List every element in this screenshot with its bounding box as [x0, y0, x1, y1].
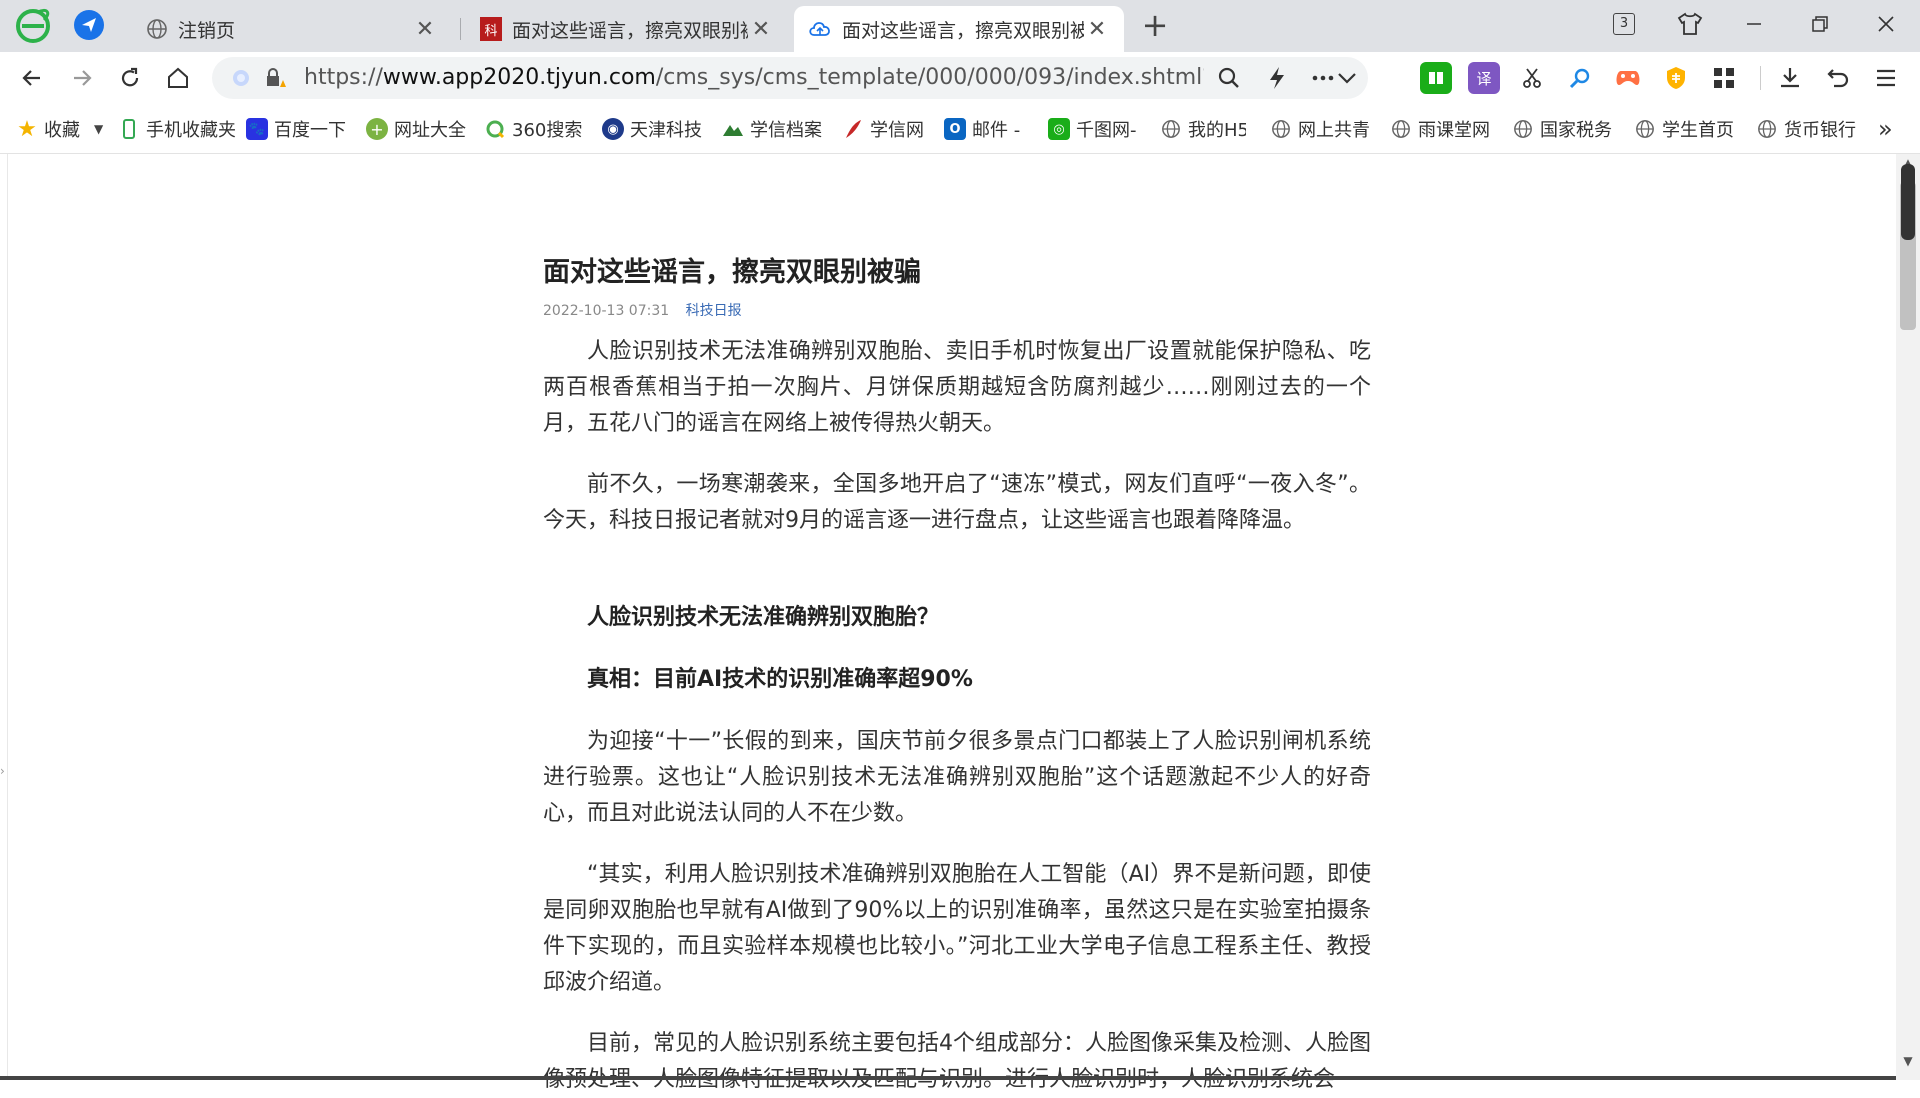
bookmark-youth-league[interactable]: 网上共青 — [1270, 114, 1372, 144]
scrollbar-grip[interactable] — [1901, 164, 1915, 240]
article-date: 2022-10-13 07:31 — [543, 303, 670, 319]
article-subheading: 人脸识别技术无法准确辨别双胞胎？ — [587, 605, 940, 630]
article-source-link[interactable]: 科技日报 — [686, 303, 742, 319]
tab-strip: 注销页 ✕ 科 面对这些谣言，擦亮双眼别被骗 ✕ 面对这些谣言，擦亮双眼别被骗 … — [0, 0, 1920, 52]
chevron-down-icon[interactable] — [1330, 61, 1364, 95]
browser-logo-icon[interactable] — [14, 6, 52, 44]
reading-extension-icon[interactable] — [1420, 62, 1452, 94]
lock-warning-icon[interactable] — [258, 61, 292, 95]
article-paragraph: 目前，常见的人脸识别系统主要包括4个组成部分：人脸图像采集及检测、人脸图像预处理… — [543, 1031, 1371, 1092]
site-favicon-icon: 科 — [480, 17, 502, 41]
bookmark-360-search[interactable]: 360搜索 — [484, 114, 582, 144]
baidu-paw-icon: 🐾 — [246, 118, 268, 140]
gamepad-icon[interactable] — [1612, 62, 1644, 94]
navigation-bar: https://www.app2020.tjyun.com/cms_sys/cm… — [0, 52, 1920, 104]
bookmark-xuexin[interactable]: 学信网 — [842, 114, 924, 144]
article-paragraph: 为迎接“十一”长假的到来，国庆节前夕很多景点门口都装上了人脸识别闸机系统进行验票… — [543, 729, 1371, 826]
star-icon: ★ — [17, 116, 37, 142]
article-meta: 2022-10-13 07:31 科技日报 — [543, 300, 742, 320]
skin-shirt-icon[interactable] — [1666, 6, 1714, 42]
article-headline: 面对这些谣言，擦亮双眼别被骗 — [543, 257, 921, 288]
undo-icon[interactable] — [1822, 62, 1854, 94]
close-icon[interactable]: ✕ — [748, 17, 774, 42]
bookmark-mail[interactable]: O 邮件 - — [944, 114, 1020, 144]
article-paragraph: 前不久，一场寒潮袭来，全国多地开启了“速冻”模式，网友们直呼“一夜入冬”。今天，… — [543, 472, 1371, 533]
bookmark-site-directory[interactable]: + 网址大全 — [366, 114, 466, 144]
security-shield-icon[interactable] — [224, 61, 258, 95]
apps-grid-icon[interactable] — [1708, 62, 1740, 94]
plus-icon: + — [366, 118, 388, 140]
chevron-down-icon[interactable]: ▼ — [94, 122, 103, 136]
new-tab-button[interactable]: + — [1138, 8, 1172, 44]
phone-icon — [118, 118, 140, 140]
globe-icon — [1634, 118, 1656, 140]
article-subheading: 真相：目前AI技术的识别准确率超90% — [587, 667, 973, 692]
bookmark-mobile[interactable]: 手机收藏夹 — [118, 114, 236, 144]
bookmark-monetary-banking[interactable]: 货币银行 — [1756, 114, 1858, 144]
globe-icon — [1512, 118, 1534, 140]
bookmark-baidu[interactable]: 🐾 百度一下 — [246, 114, 346, 144]
more-bookmarks-button[interactable]: » — [1878, 114, 1893, 144]
globe-icon — [147, 19, 167, 39]
globe-icon — [1390, 118, 1412, 140]
scissors-icon[interactable] — [1516, 62, 1548, 94]
lightning-icon[interactable] — [1260, 61, 1294, 95]
feather-icon — [842, 118, 864, 140]
bookmark-rain-classroom[interactable]: 雨课堂网 — [1390, 114, 1492, 144]
close-window-button[interactable] — [1862, 6, 1910, 42]
close-icon[interactable]: ✕ — [1084, 17, 1110, 42]
tab-article-active[interactable]: 面对这些谣言，擦亮双眼别被骗 ✕ — [794, 6, 1124, 52]
scroll-down-arrow-icon[interactable]: ▼ — [1896, 1054, 1920, 1072]
bookmark-xuexin-archive[interactable]: 学信档案 — [722, 114, 822, 144]
bookmark-national-tax[interactable]: 国家税务 — [1512, 114, 1614, 144]
globe-blue-icon: ◉ — [602, 118, 624, 140]
globe-icon — [1270, 118, 1292, 140]
minimize-button[interactable] — [1730, 6, 1778, 42]
translate-extension-icon[interactable]: 译 — [1468, 62, 1500, 94]
tab-count-button[interactable]: 3 — [1600, 6, 1648, 42]
page-viewport: 面对这些谣言，擦亮双眼别被骗 2022-10-13 07:31 科技日报 人脸识… — [8, 154, 1896, 1092]
bookmark-qiantu[interactable]: ◎ 千图网- — [1048, 114, 1137, 144]
qiantu-icon: ◎ — [1048, 118, 1070, 140]
tab-logout[interactable]: 注销页 ✕ — [132, 6, 452, 52]
bookmarks-bar: ★ 收藏 ▼ 手机收藏夹 🐾 百度一下 + 网址大全 360搜索 ◉ 天津科技 … — [0, 104, 1920, 154]
tab-count-badge: 3 — [1613, 13, 1635, 35]
article-paragraph: “其实，利用人脸识别技术准确辨别双胞胎在人工智能（AI）界不是新问题，即使是同卵… — [543, 862, 1371, 995]
reload-button[interactable] — [112, 60, 148, 96]
article-paragraph: 人脸识别技术无法准确辨别双胞胎、卖旧手机时恢复出厂设置就能保护隐私、吃两百根香蕉… — [543, 339, 1371, 436]
address-bar[interactable]: https://www.app2020.tjyun.com/cms_sys/cm… — [212, 57, 1368, 99]
vertical-scrollbar[interactable]: ▲ ▼ — [1896, 154, 1920, 1080]
url-text[interactable]: https://www.app2020.tjyun.com/cms_sys/cm… — [304, 57, 1204, 99]
bottom-edge — [0, 1076, 1896, 1080]
toolbar-divider — [1760, 66, 1761, 90]
bookmark-my-h5[interactable]: 我的H5 — [1160, 114, 1246, 144]
cloud-icon — [809, 22, 830, 36]
bookmark-student-home[interactable]: 学生首页 — [1634, 114, 1736, 144]
tab-title: 面对这些谣言，擦亮双眼别被骗 — [512, 19, 748, 42]
bookmark-favorites[interactable]: ★ 收藏 ▼ — [16, 114, 103, 144]
home-button[interactable] — [160, 60, 196, 96]
download-icon[interactable] — [1774, 62, 1806, 94]
back-button[interactable] — [14, 60, 50, 96]
bookmark-tianjin-tech[interactable]: ◉ 天津科技 — [602, 114, 704, 144]
left-gutter: › — [0, 154, 8, 1080]
close-icon[interactable]: ✕ — [412, 17, 438, 42]
tab-title: 注销页 — [178, 19, 236, 42]
globe-icon — [1756, 118, 1778, 140]
pinned-tab-send-icon[interactable] — [74, 10, 104, 40]
restore-button[interactable] — [1796, 6, 1844, 42]
globe-icon — [1160, 118, 1182, 140]
search-icon[interactable] — [1212, 61, 1246, 95]
search-ring-icon — [484, 118, 506, 140]
tab-article-1[interactable]: 科 面对这些谣言，擦亮双眼别被骗 ✕ — [466, 6, 788, 52]
forward-button[interactable] — [64, 60, 100, 96]
mountain-icon — [722, 118, 744, 140]
menu-icon[interactable] — [1870, 62, 1902, 94]
collapse-sidebar-icon[interactable]: › — [0, 764, 5, 778]
magnifier-extension-icon[interactable] — [1564, 62, 1596, 94]
tab-divider — [460, 18, 461, 40]
tab-title: 面对这些谣言，擦亮双眼别被骗 — [842, 19, 1084, 42]
outlook-icon: O — [944, 118, 966, 140]
shield-coin-icon[interactable] — [1660, 62, 1692, 94]
